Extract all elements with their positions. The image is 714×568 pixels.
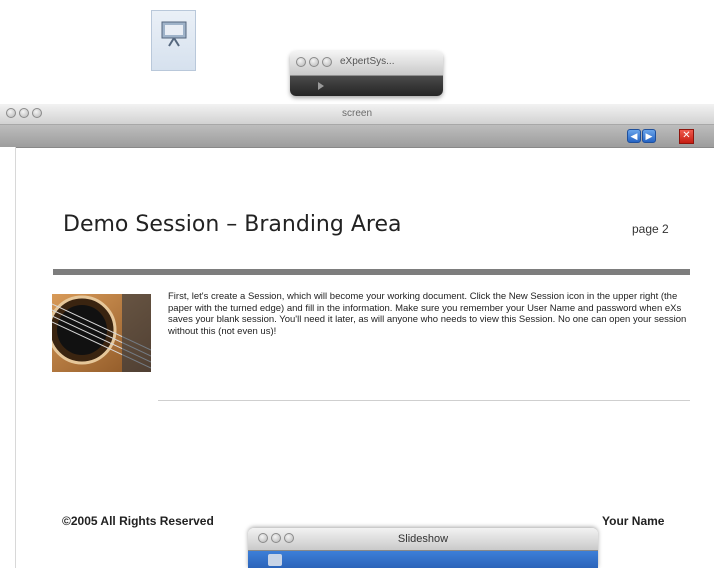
slideshow-content — [248, 551, 598, 568]
guitar-image — [52, 294, 151, 372]
page-title: Demo Session – Branding Area — [63, 212, 402, 237]
slideshow-title: Slideshow — [397, 533, 449, 545]
expertsys-mini-window[interactable]: eXpertSys... — [290, 51, 443, 96]
presentation-icon — [161, 21, 187, 47]
zoom-window-button[interactable] — [322, 57, 332, 67]
play-icon[interactable] — [318, 82, 324, 90]
close-icon[interactable]: ✕ — [679, 129, 694, 144]
arrow-right-icon[interactable]: ▶ — [642, 129, 656, 143]
slideshow-window[interactable]: Slideshow — [248, 528, 598, 568]
content-divider — [158, 400, 690, 401]
page-number: page 2 — [632, 222, 669, 236]
mini-window-titlebar[interactable]: eXpertSys... — [290, 51, 443, 76]
screen-side-gutter — [0, 147, 16, 568]
copyright-text: ©2005 All Rights Reserved — [62, 514, 214, 528]
close-window-button[interactable] — [296, 57, 306, 67]
mini-window-controls — [290, 76, 443, 96]
screen-toolbar: ◀ ▶ ✕ — [0, 125, 714, 148]
desktop-presentation-icon[interactable] — [151, 10, 196, 71]
title-divider — [53, 269, 690, 275]
slide-thumbnail-icon[interactable] — [268, 554, 282, 566]
slideshow-titlebar[interactable]: Slideshow — [248, 528, 598, 551]
minimize-window-button[interactable] — [309, 57, 319, 67]
screen-window-title: screen — [341, 108, 372, 119]
screen-titlebar[interactable]: screen — [0, 104, 714, 125]
arrow-left-icon[interactable]: ◀ — [627, 129, 641, 143]
body-paragraph: First, let's create a Session, which wil… — [168, 291, 687, 337]
mini-window-title: eXpertSys... — [340, 56, 395, 67]
author-name: Your Name — [602, 514, 665, 528]
